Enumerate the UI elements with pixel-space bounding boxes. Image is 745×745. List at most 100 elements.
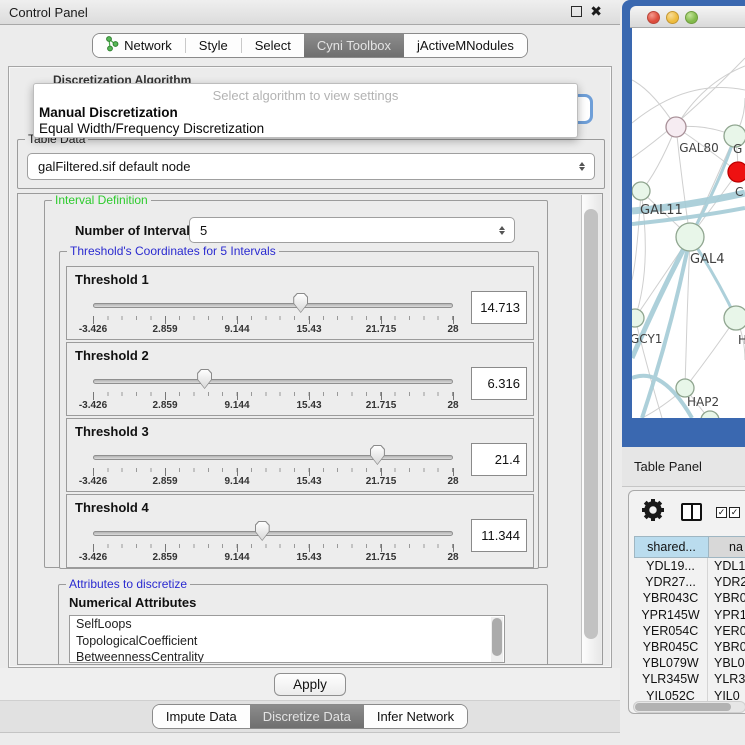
- tab-impute-data[interactable]: Impute Data: [153, 705, 250, 728]
- network-canvas[interactable]: GAL80 G C GAL11 GAL4 GCY1 H HAP2: [632, 28, 745, 418]
- network-node[interactable]: [632, 309, 644, 327]
- gear-icon[interactable]: [642, 499, 664, 526]
- threshold-coordinates-label: Threshold's Coordinates for 5 Intervals: [67, 244, 279, 258]
- table-panel-header[interactable]: Table Panel: [622, 447, 745, 487]
- threshold-3-value-field[interactable]: 21.4: [471, 443, 527, 476]
- table-horizontal-scrollbar-thumb[interactable]: [635, 703, 731, 711]
- slider-track[interactable]: [93, 303, 453, 308]
- slider-minor-ticks: [93, 392, 453, 400]
- close-traffic-icon[interactable]: [647, 11, 660, 24]
- settings-scroll-panel: Interval Definition Number of Intervals …: [17, 193, 603, 665]
- threshold-coordinates-group: Threshold's Coordinates for 5 Intervals …: [59, 251, 539, 569]
- node-label-gal4: GAL4: [690, 252, 724, 267]
- network-window-titlebar[interactable]: [630, 6, 745, 28]
- tab-cyni-toolbox[interactable]: Cyni Toolbox: [304, 34, 404, 57]
- network-node[interactable]: [666, 117, 686, 137]
- slider-thumb[interactable]: [370, 445, 385, 465]
- threshold-2-label: Threshold 2: [75, 348, 149, 363]
- tab-style[interactable]: Style: [186, 34, 241, 57]
- checkbox-icon[interactable]: ✓: [729, 507, 740, 518]
- numerical-attributes-list[interactable]: SelfLoops TopologicalCoefficient Between…: [69, 615, 505, 663]
- table-row[interactable]: YBL079WYBL0: [634, 655, 745, 671]
- checkbox-icon[interactable]: ✓: [716, 507, 727, 518]
- interval-definition-group: Interval Definition Number of Intervals …: [44, 200, 548, 568]
- node-label-partial: H: [738, 333, 745, 347]
- list-item[interactable]: BetweennessCentrality: [70, 649, 504, 663]
- threshold-2-value-field[interactable]: 6.316: [471, 367, 527, 400]
- tab-discretize-data[interactable]: Discretize Data: [250, 705, 364, 728]
- tab-infer-network[interactable]: Infer Network: [364, 705, 467, 728]
- threshold-1-value-field[interactable]: 14.713: [471, 291, 527, 324]
- column-header-name[interactable]: na: [709, 537, 745, 557]
- table-data-combo[interactable]: galFiltered.sif default node: [27, 153, 595, 180]
- table-row[interactable]: YBR045CYBR0: [634, 639, 745, 655]
- network-node[interactable]: [632, 182, 650, 200]
- slider-minor-ticks: [93, 544, 453, 552]
- slider-tick-labels: -3.4262.8599.14415.4321.71528: [93, 400, 453, 414]
- table-row[interactable]: YPR145WYPR1: [634, 607, 745, 623]
- node-label-gal11: GAL11: [640, 203, 683, 218]
- number-of-intervals-spinner[interactable]: 5: [189, 217, 515, 243]
- close-icon[interactable]: ✖: [590, 6, 602, 17]
- interval-definition-label: Interval Definition: [52, 193, 151, 207]
- table-data-combo-value: galFiltered.sif default node: [28, 159, 579, 174]
- slider-thumb[interactable]: [197, 369, 212, 389]
- network-node[interactable]: [676, 223, 704, 251]
- table-data-group: Table Data galFiltered.sif default node: [17, 139, 605, 189]
- node-label-hap2: HAP2: [687, 395, 719, 409]
- column-visibility-icons[interactable]: ✓ ✓: [716, 507, 740, 518]
- list-item[interactable]: SelfLoops: [70, 616, 504, 633]
- network-graph-icon: [106, 36, 119, 55]
- panel-scrollbar-thumb[interactable]: [584, 209, 598, 639]
- threshold-4-slider[interactable]: -3.4262.8599.14415.4321.71528: [93, 519, 453, 567]
- list-scrollbar[interactable]: [491, 617, 503, 663]
- apply-button[interactable]: Apply: [274, 673, 346, 696]
- number-of-intervals-label: Number of Intervals: [75, 223, 197, 238]
- dropdown-option-equal-width[interactable]: Equal Width/Frequency Discretization: [39, 121, 264, 136]
- slider-track[interactable]: [93, 531, 453, 536]
- threshold-2-panel: Threshold 2 -3.4262.8599.14415.4321.7152…: [66, 342, 534, 416]
- bottom-tabs: Impute Data Discretize Data Infer Networ…: [152, 704, 468, 729]
- table-horizontal-scrollbar[interactable]: [633, 701, 745, 713]
- network-node-selected[interactable]: [728, 162, 745, 182]
- combo-arrows-icon: [579, 162, 594, 171]
- table-row[interactable]: YBR043CYBR0: [634, 590, 745, 606]
- algorithm-dropdown-popup: Select algorithm to view settings Manual…: [33, 83, 578, 138]
- threshold-4-value-field[interactable]: 11.344: [471, 519, 527, 552]
- threshold-3-slider[interactable]: -3.4262.8599.14415.4321.71528: [93, 443, 453, 491]
- tab-network[interactable]: Network: [93, 34, 185, 57]
- minimize-traffic-icon[interactable]: [666, 11, 679, 24]
- table-row[interactable]: YLR345WYLR3: [634, 671, 745, 687]
- slider-thumb[interactable]: [255, 521, 270, 541]
- table-header-row: shared... na: [634, 536, 745, 558]
- panel-scrollbar[interactable]: [581, 195, 601, 663]
- dropdown-option-manual-discretization[interactable]: Manual Discretization: [39, 105, 178, 120]
- slider-track[interactable]: [93, 455, 453, 460]
- dropdown-hint: Select algorithm to view settings: [34, 88, 577, 103]
- cyni-main-panel: Discretization Algorithm Table Data galF…: [8, 66, 612, 668]
- tab-select[interactable]: Select: [242, 34, 304, 57]
- attributes-group-label: Attributes to discretize: [66, 577, 190, 591]
- zoom-traffic-icon[interactable]: [685, 11, 698, 24]
- list-item[interactable]: TopologicalCoefficient: [70, 633, 504, 650]
- list-scrollbar-thumb[interactable]: [492, 618, 502, 656]
- column-header-shared-name[interactable]: shared...: [635, 537, 709, 557]
- threshold-2-slider[interactable]: -3.4262.8599.14415.4321.71528: [93, 367, 453, 415]
- slider-track[interactable]: [93, 379, 453, 384]
- table-row[interactable]: YDL19...YDL1: [634, 558, 745, 574]
- tab-jactivemnodules[interactable]: jActiveMNodules: [404, 34, 527, 57]
- table-row[interactable]: YER054CYER0: [634, 623, 745, 639]
- network-node[interactable]: [724, 306, 745, 330]
- slider-thumb[interactable]: [293, 293, 308, 313]
- slider-minor-ticks: [93, 468, 453, 476]
- table-row[interactable]: YIL052CYIL0: [634, 688, 745, 703]
- network-view-window: GAL80 G C GAL11 GAL4 GCY1 H HAP2: [622, 0, 745, 447]
- table-row[interactable]: YDR27...YDR2: [634, 574, 745, 590]
- threshold-3-panel: Threshold 3 -3.4262.8599.14415.4321.7152…: [66, 418, 534, 492]
- threshold-1-slider[interactable]: -3.4262.8599.14415.4321.71528: [93, 291, 453, 339]
- node-attribute-table: shared... na YDL19...YDL1 YDR27...YDR2 Y…: [634, 536, 745, 702]
- float-window-icon[interactable]: [571, 6, 582, 17]
- split-columns-icon[interactable]: [681, 503, 702, 521]
- control-panel-titlebar[interactable]: Control Panel ✖: [0, 0, 620, 25]
- table-panel-toolbar: ✓ ✓: [629, 491, 745, 533]
